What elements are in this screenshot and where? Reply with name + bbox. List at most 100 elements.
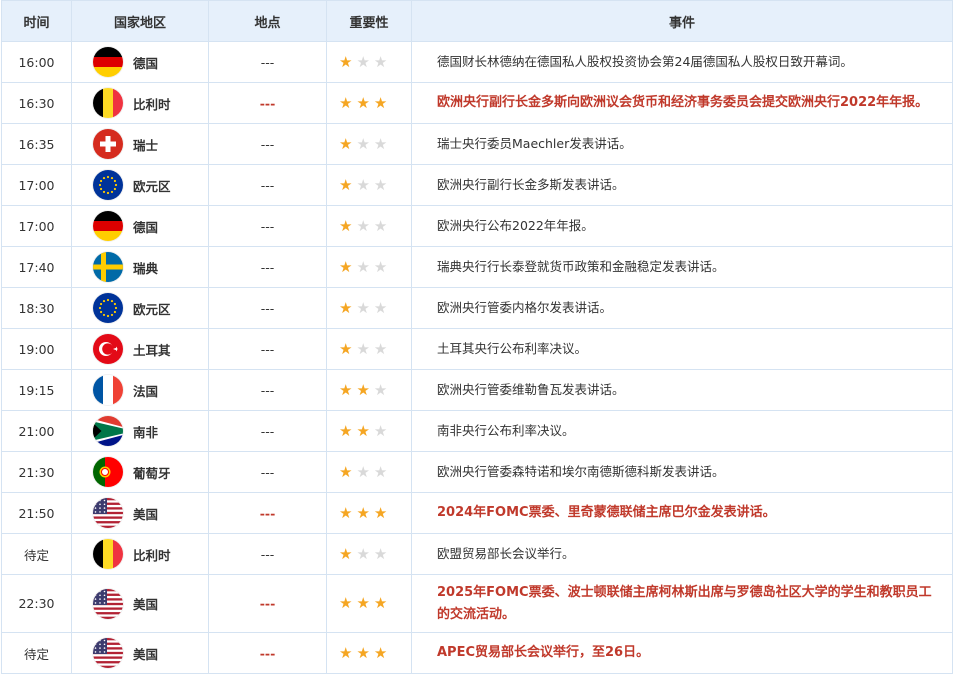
table-row[interactable]: 16:30 比利时 --- ★ ★ ★ 欧洲央行副行长金多斯向欧洲议会货币和经济事务委员会提… (1, 82, 953, 124)
star-empty-icon: ★ (356, 175, 370, 194)
country-cell: 德国 (72, 47, 208, 77)
row-country: 美国 (71, 574, 209, 633)
table-row[interactable]: 待定 美国 --- ★ ★ ★ APEC贸易部长会议举行，至26日。 (1, 632, 953, 674)
star-empty-icon: ★ (356, 52, 370, 71)
star-empty-icon: ★ (356, 462, 370, 481)
table-row[interactable]: 17:00 德国 --- ★ ★ ★ 欧洲央行公布2022年年报。 (1, 205, 953, 247)
country-cell: 比利时 (72, 88, 208, 118)
country-name: 瑞典 (133, 260, 159, 276)
header-time[interactable]: 时间 (1, 0, 72, 42)
calendar-rows: 16:00 德国 --- ★ ★ ★ 德国财长林德纳在德国私人股权投资协会第24届德国私人股… (1, 41, 953, 674)
country-cell: 瑞典 (72, 252, 208, 282)
star-filled-icon: ★ (339, 52, 353, 71)
row-location: --- (208, 410, 327, 452)
star-empty-icon: ★ (373, 216, 388, 235)
table-row[interactable]: 17:00 欧元区 --- ★ ★ ★ 欧洲央行副行长金多斯发表讲话。 (1, 164, 953, 206)
country-name: 美国 (133, 646, 159, 662)
row-time: 21:30 (1, 451, 72, 493)
usa-flag-icon (93, 638, 123, 668)
star-empty-icon: ★ (373, 257, 388, 276)
table-row[interactable]: 21:30 葡萄牙 --- ★ ★ ★ 欧洲央行管委森特诺和埃尔南德斯德科斯发表讲话。 (1, 451, 953, 493)
row-event: 瑞士央行委员Maechler发表讲话。 (411, 123, 953, 165)
table-row[interactable]: 22:30 美国 --- ★ ★ ★ 2025年FOMC票委、波士顿联储主席柯林斯出席与罗德… (1, 574, 953, 633)
row-time: 22:30 (1, 574, 72, 633)
row-time: 18:30 (1, 287, 72, 329)
header-importance[interactable]: 重要性 (326, 0, 412, 42)
country-name: 美国 (133, 597, 159, 612)
row-country: 比利时 (71, 82, 209, 124)
table-row[interactable]: 21:50 美国 --- ★ ★ ★ 2024年FOMC票委、里奇蒙德联储主席巴尔金发表讲话… (1, 492, 953, 534)
country-name: 欧元区 (133, 301, 171, 317)
star-filled-icon: ★ (373, 643, 388, 662)
header-location[interactable]: 地点 (208, 0, 327, 42)
country-cell: 南非 (72, 416, 208, 446)
row-importance: ★ ★ ★ (326, 632, 412, 674)
star-empty-icon: ★ (356, 257, 370, 276)
table-row[interactable]: 19:15 法国 --- ★ ★ ★ 欧洲央行管委维勒鲁瓦发表讲话。 (1, 369, 953, 411)
row-event: 德国财长林德纳在德国私人股权投资协会第24届德国私人股权日致开幕词。 (411, 41, 953, 83)
header-country[interactable]: 国家地区 (71, 0, 209, 42)
eu-flag-icon (93, 293, 123, 323)
row-time: 17:00 (1, 164, 72, 206)
table-row[interactable]: 待定 比利时 --- ★ ★ ★ 欧盟贸易部长会议举行。 (1, 533, 953, 575)
country-name: 德国 (133, 219, 159, 235)
star-filled-icon: ★ (356, 643, 370, 662)
row-importance: ★ ★ ★ (326, 164, 412, 206)
row-importance: ★ ★ ★ (326, 41, 412, 83)
table-row[interactable]: 18:30 欧元区 --- ★ ★ ★ 欧洲央行管委内格尔发表讲话。 (1, 287, 953, 329)
star-filled-icon: ★ (339, 503, 353, 522)
switzerland-flag-icon (93, 129, 123, 159)
table-row[interactable]: 16:00 德国 --- ★ ★ ★ 德国财长林德纳在德国私人股权投资协会第24届德国私人股… (1, 41, 953, 83)
star-filled-icon: ★ (339, 544, 353, 563)
star-empty-icon: ★ (373, 544, 388, 563)
country-cell: 美国 (72, 638, 208, 668)
row-event: 欧洲央行公布2022年年报。 (411, 205, 953, 247)
row-location: --- (208, 369, 327, 411)
south-africa-flag-icon (93, 416, 123, 446)
country-name: 德国 (133, 55, 159, 71)
row-country: 欧元区 (71, 164, 209, 206)
row-location: --- (208, 287, 327, 329)
table-row[interactable]: 16:35 瑞士 --- ★ ★ ★ 瑞士央行委员Maechler发表讲话。 (1, 123, 953, 165)
row-country: 瑞士 (71, 123, 209, 165)
star-empty-icon: ★ (373, 175, 388, 194)
country-name: 法国 (133, 383, 159, 399)
row-importance: ★ ★ ★ (326, 533, 412, 575)
turkey-flag-icon (93, 334, 123, 364)
row-importance: ★ ★ ★ (326, 82, 412, 124)
table-row[interactable]: 19:00 土耳其 --- ★ ★ ★ 土耳其央行公布利率决议。 (1, 328, 953, 370)
star-filled-icon: ★ (339, 93, 353, 112)
row-location: --- (208, 328, 327, 370)
star-empty-icon: ★ (356, 339, 370, 358)
table-row[interactable]: 17:40 瑞典 --- ★ ★ ★ 瑞典央行行长泰登就货币政策和金融稳定发表讲话。 (1, 246, 953, 288)
row-event: 欧盟贸易部长会议举行。 (411, 533, 953, 575)
usa-flag-icon (93, 498, 123, 528)
country-cell: 美国 (72, 498, 208, 528)
star-filled-icon: ★ (339, 643, 353, 662)
belgium-flag-icon (93, 539, 123, 569)
header-event[interactable]: 事件 (411, 0, 953, 42)
row-location: --- (208, 574, 327, 633)
country-name: 土耳其 (133, 342, 171, 358)
row-event: 瑞典央行行长泰登就货币政策和金融稳定发表讲话。 (411, 246, 953, 288)
row-location: --- (208, 533, 327, 575)
row-event: 欧洲央行管委维勒鲁瓦发表讲话。 (411, 369, 953, 411)
country-name: 美国 (133, 506, 159, 522)
usa-flag-icon (93, 588, 123, 619)
row-importance: ★ ★ ★ (326, 328, 412, 370)
star-empty-icon: ★ (356, 298, 370, 317)
country-cell: 比利时 (72, 539, 208, 569)
star-filled-icon: ★ (356, 380, 370, 399)
table-header-row: 时间 国家地区 地点 重要性 事件 (1, 0, 953, 42)
row-event: APEC贸易部长会议举行，至26日。 (411, 632, 953, 674)
star-filled-icon: ★ (339, 339, 353, 358)
star-filled-icon: ★ (339, 594, 353, 612)
country-cell: 葡萄牙 (72, 457, 208, 487)
star-filled-icon: ★ (339, 380, 353, 399)
table-row[interactable]: 21:00 南非 --- ★ ★ ★ 南非央行公布利率决议。 (1, 410, 953, 452)
row-time: 19:15 (1, 369, 72, 411)
row-country: 德国 (71, 41, 209, 83)
row-country: 葡萄牙 (71, 451, 209, 493)
country-name: 南非 (133, 424, 159, 440)
row-time: 待定 (1, 533, 72, 575)
